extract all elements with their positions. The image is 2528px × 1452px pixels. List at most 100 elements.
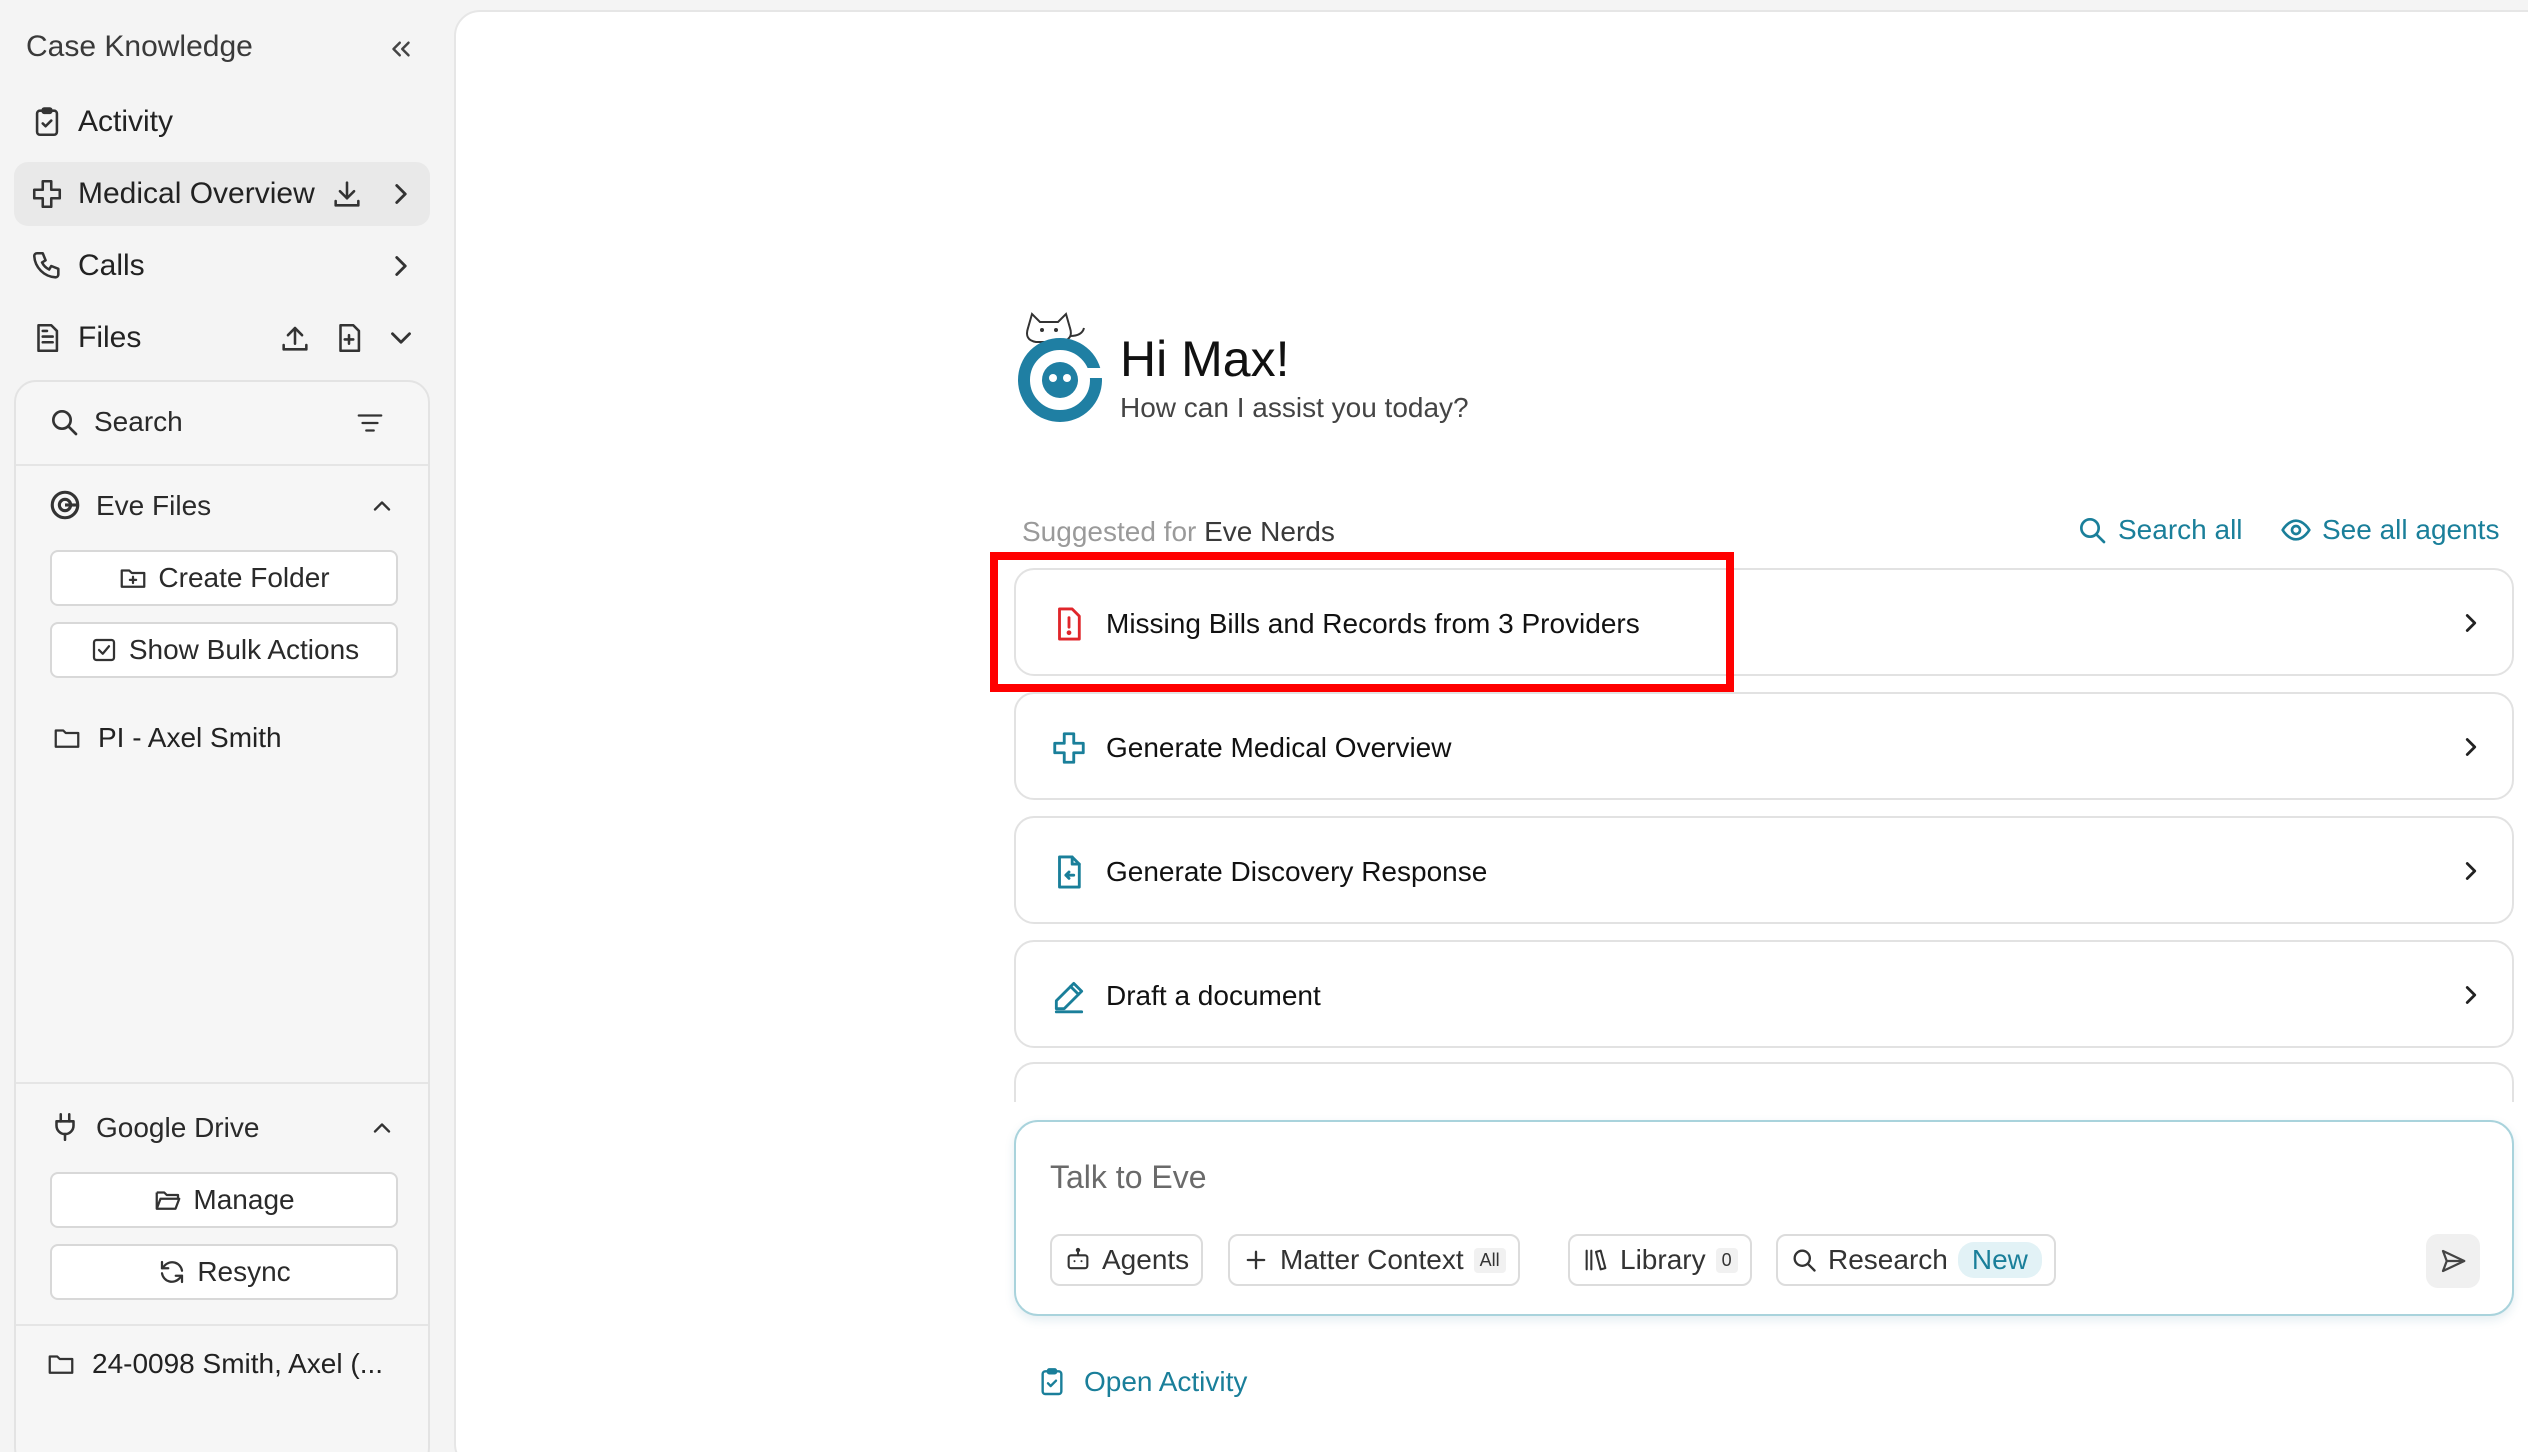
folder-item[interactable]: 24-0098 Smith, Axel (... [46,1344,383,1384]
folder-label: PI - Axel Smith [98,722,282,753]
create-folder-button[interactable]: Create Folder [50,550,398,606]
send-button[interactable] [2426,1234,2480,1288]
folder-label: 24-0098 Smith, Axel (... [92,1348,384,1379]
folder-icon [52,723,82,753]
google-drive-title: Google Drive [96,1112,260,1143]
chevron-right-icon[interactable] [384,249,418,283]
checkbox-icon [89,635,119,665]
research-label: Research [1828,1244,1948,1275]
agents-chip[interactable]: Agents [1050,1234,1204,1286]
nav-label-medical-overview: Medical Overview [78,177,315,210]
phone-icon [30,249,64,283]
nav-label-calls: Calls [78,249,145,282]
robot-icon [1064,1246,1092,1274]
sidebar: Case Knowledge Activity Medical Overview… [0,0,440,1452]
clipboard-check-icon [30,105,64,139]
suggested-prefix: Suggested for [1022,516,1197,547]
eve-mascot-logo [1010,306,1110,422]
collapse-sidebar-icon[interactable] [386,34,416,64]
nav-item-medical-overview[interactable]: Medical Overview [14,162,430,226]
greeting: Hi Max! [1120,331,1290,387]
files-panel: Search Eve Files Create Folder Show Bulk… [14,380,430,1452]
chat-composer: Agents Matter Context All Library 0 Rese… [1014,1120,2514,1316]
search-icon [48,406,80,438]
document-return-icon [1050,853,1088,891]
medical-cross-icon [1050,729,1088,767]
show-bulk-actions-button[interactable]: Show Bulk Actions [50,622,398,678]
clipboard-check-icon [1036,1366,1068,1398]
download-icon[interactable] [330,177,364,211]
new-file-icon[interactable] [332,321,366,355]
card-label: Generate Discovery Response [1106,856,1488,887]
nav-item-calls[interactable]: Calls [14,234,430,298]
chevron-right-icon [2456,856,2486,886]
suggestion-card[interactable]: Generate Medical Overview [1014,692,2514,800]
chevron-right-icon[interactable] [384,177,418,211]
suggested-group: Eve Nerds [1204,516,1335,547]
filter-icon[interactable] [354,408,386,438]
chat-input[interactable] [1050,1152,2430,1202]
matter-context-chip[interactable]: Matter Context All [1228,1234,1520,1286]
chevron-right-icon [2456,608,2486,638]
eve-files-title: Eve Files [96,490,212,521]
agents-label: Agents [1102,1244,1190,1275]
suggestion-card[interactable]: Generate Discovery Response [1014,816,2514,924]
send-icon [2438,1246,2468,1276]
library-icon [1582,1246,1610,1274]
card-label: Generate Medical Overview [1106,732,1452,763]
refresh-icon [157,1257,187,1287]
nav-label-files: Files [78,321,142,354]
resync-label: Resync [197,1256,291,1287]
card-label: Draft a document [1106,980,1321,1011]
manage-button[interactable]: Manage [50,1172,398,1228]
alert-icon [1050,605,1088,643]
library-label: Library [1620,1244,1706,1275]
resync-button[interactable]: Resync [50,1244,398,1300]
open-activity-label: Open Activity [1084,1366,1248,1397]
file-search-label: Search [94,406,183,437]
suggestion-card[interactable]: Missing Bills and Records from 3 Provide… [1014,568,2514,676]
search-icon [1790,1246,1818,1274]
see-all-agents-link[interactable]: See all agents [2280,514,2499,546]
nav-item-files[interactable]: Files [14,306,430,370]
card-label: Missing Bills and Records from 3 Provide… [1106,608,1640,639]
suggestion-card-peek[interactable] [1014,1062,2514,1102]
chevron-down-icon[interactable] [384,321,418,355]
divider [16,1324,428,1326]
folder-item[interactable]: PI - Axel Smith [52,718,282,758]
file-search[interactable]: Search [16,382,428,464]
suggested-label: Suggested for Eve Nerds [1022,516,1335,548]
upload-icon[interactable] [278,321,312,355]
plus-icon [1242,1246,1270,1274]
library-chip[interactable]: Library 0 [1568,1234,1752,1286]
chevron-right-icon [2456,980,2486,1010]
search-all-link[interactable]: Search all [2076,514,2243,546]
library-count: 0 [1715,1247,1738,1273]
search-all-label: Search all [2118,514,2243,545]
divider [16,1082,428,1084]
file-text-icon [30,321,64,355]
chevron-right-icon [2456,732,2486,762]
pencil-icon [1050,977,1088,1015]
create-folder-label: Create Folder [158,562,330,593]
manage-label: Manage [193,1184,295,1215]
folder-plus-icon [118,563,148,593]
subgreeting: How can I assist you today? [1120,392,1469,423]
new-badge: New [1957,1242,2042,1278]
research-chip[interactable]: Research New [1776,1234,2056,1286]
folder-icon [46,1349,76,1379]
open-activity-link[interactable]: Open Activity [1036,1366,1247,1398]
eve-logo-icon [48,488,82,522]
show-bulk-actions-label: Show Bulk Actions [128,634,360,665]
medical-cross-icon [30,177,64,211]
matter-context-label: Matter Context [1280,1244,1464,1275]
folder-open-icon [153,1185,183,1215]
plug-icon [48,1110,82,1144]
search-icon [2076,514,2108,546]
matter-context-badge: All [1473,1247,1506,1273]
suggestion-card[interactable]: Draft a document [1014,940,2514,1048]
nav-item-activity[interactable]: Activity [14,90,430,154]
chevron-up-icon[interactable] [368,492,396,520]
chevron-up-icon[interactable] [368,1114,396,1142]
eye-icon [2280,514,2312,546]
